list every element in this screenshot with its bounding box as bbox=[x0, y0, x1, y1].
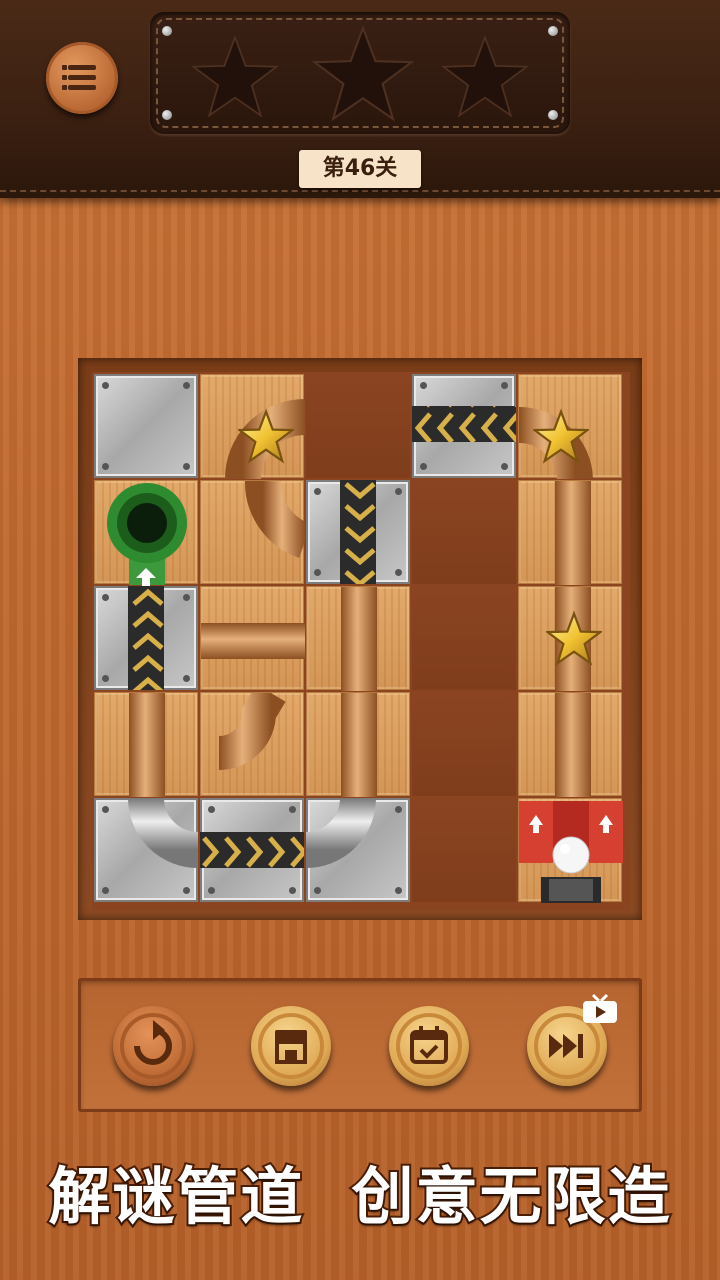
promo-slogan: 解谜管道 创意无限造 bbox=[46, 1158, 672, 1235]
restart-icon bbox=[120, 1013, 186, 1079]
daily-challenge-button[interactable] bbox=[389, 1006, 469, 1086]
metal-curve-tile bbox=[94, 798, 198, 902]
tv-icon bbox=[583, 993, 617, 1023]
straight-pipe-tile[interactable] bbox=[200, 586, 305, 690]
collectible-star-icon bbox=[238, 408, 294, 464]
metal-arrow-right-tile bbox=[200, 798, 304, 902]
empty-slot bbox=[306, 374, 410, 478]
metal-arrow-down-tile bbox=[306, 480, 410, 584]
arrow-up-icon bbox=[136, 568, 156, 586]
ball-launcher-tile bbox=[518, 798, 623, 903]
collectible-star-icon bbox=[546, 610, 602, 666]
straight-pipe-tile[interactable] bbox=[518, 480, 622, 585]
star-slot-2-icon bbox=[311, 25, 415, 122]
straight-pipe-tile[interactable] bbox=[306, 692, 410, 797]
curve-pipe-tile[interactable] bbox=[200, 684, 304, 796]
collectible-star-icon bbox=[533, 408, 589, 464]
star-slot-3-icon bbox=[440, 35, 530, 118]
metal-arrow-left-tile bbox=[412, 374, 516, 478]
curve-pipe-tile[interactable] bbox=[200, 480, 312, 584]
star-rating-panel bbox=[150, 12, 570, 134]
empty-slot bbox=[412, 798, 516, 902]
empty-slot bbox=[412, 692, 516, 796]
star-slot-1-icon bbox=[190, 35, 280, 118]
shop-button[interactable] bbox=[251, 1006, 331, 1086]
level-label: 第46关 bbox=[299, 150, 421, 188]
metal-block-tile bbox=[94, 374, 198, 478]
calendar-check-icon bbox=[396, 1013, 462, 1079]
empty-slot bbox=[412, 480, 516, 584]
straight-pipe-tile[interactable] bbox=[306, 586, 410, 691]
straight-pipe-tile[interactable] bbox=[518, 692, 622, 797]
shop-icon bbox=[258, 1013, 324, 1079]
metal-arrow-up-tile bbox=[94, 586, 198, 690]
empty-slot bbox=[412, 586, 516, 690]
straight-pipe-tile[interactable] bbox=[94, 692, 198, 797]
menu-button[interactable] bbox=[46, 42, 118, 114]
restart-button[interactable] bbox=[113, 1006, 193, 1086]
metal-curve-tile bbox=[306, 798, 410, 902]
